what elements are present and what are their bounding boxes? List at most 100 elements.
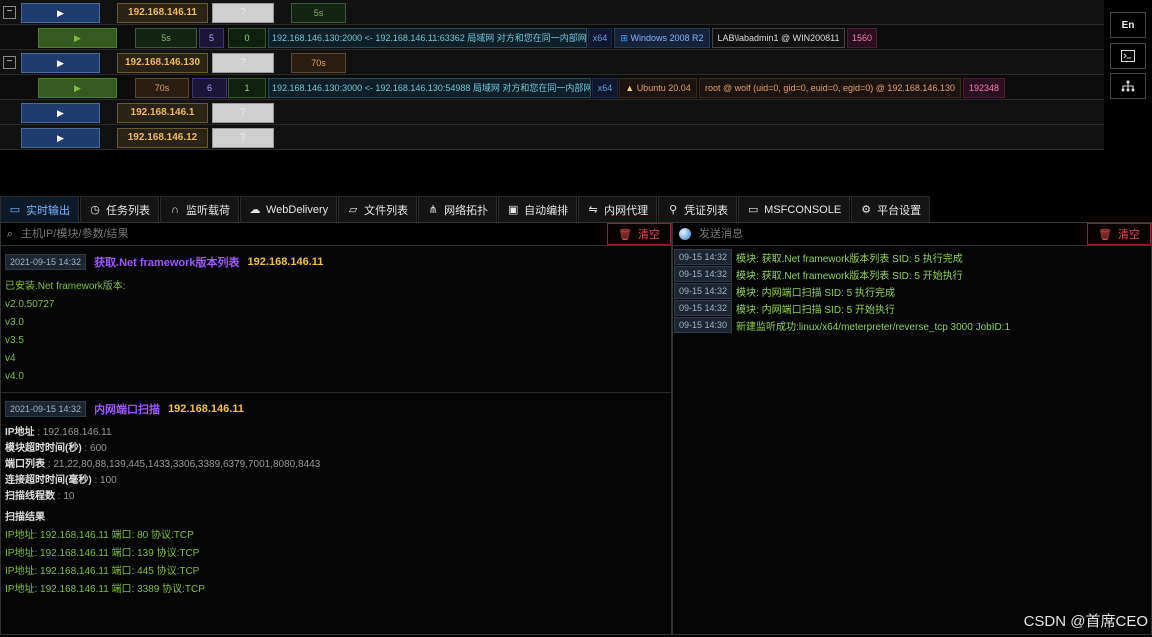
host-table: − ▶ 192.168.146.11 ? 5s ▶ 5s 5 0 192.168… — [0, 0, 1104, 150]
key-icon: ⚲ — [669, 204, 678, 216]
host-row[interactable]: ▶ 192.168.146.1 ? — [0, 100, 1104, 125]
host-name: ? — [212, 53, 274, 73]
result-title: 扫描结果 — [5, 512, 45, 523]
clear-output-button[interactable]: 🗑 清空 — [607, 223, 671, 245]
search-icon: ⌕ — [6, 227, 14, 240]
message-item: 09-15 14:32 模块: 获取.Net framework版本列表 SID:… — [674, 266, 1151, 282]
play-icon[interactable]: ▶ — [21, 3, 100, 23]
tab-network-topology[interactable]: ⋔ 网络拓扑 — [418, 196, 498, 222]
tab-realtime-output[interactable]: ▭ 实时输出 — [0, 196, 79, 222]
tab-label: WebDelivery — [266, 203, 329, 216]
param-key: 连接超时时间(毫秒) — [5, 475, 92, 486]
trash-icon: 🗑 — [1098, 228, 1112, 241]
host-ip: 192.168.146.11 — [117, 3, 208, 23]
timestamp: 09-15 14:32 — [674, 266, 733, 282]
cloud-icon: ☁ — [249, 204, 261, 216]
monitor-icon: ▭ — [9, 204, 21, 216]
terminal-button[interactable] — [1110, 43, 1146, 69]
heartbeat-time: 70s — [135, 78, 189, 98]
tab-credentials[interactable]: ⚲ 凭证列表 — [658, 196, 738, 222]
tab-auto-orchestration[interactable]: ▣ 自动编排 — [498, 196, 578, 222]
result-line: IP地址: 192.168.146.11 端口: 80 协议:TCP — [5, 530, 194, 541]
module-ip: 192.168.146.11 — [168, 403, 244, 415]
user-info: root @ wolf (uid=0, gid=0, euid=0, egid=… — [699, 78, 961, 98]
network-button[interactable] — [1110, 73, 1146, 99]
host-row[interactable]: − ▶ 192.168.146.11 ? 5s — [0, 0, 1104, 25]
clear-label: 清空 — [638, 229, 660, 241]
windows-icon: ⊞ — [620, 33, 631, 43]
output-panel: ⌕ 🗑 清空 2021-09-15 14:32 获取.Net framework版… — [0, 222, 672, 635]
tab-msfconsole[interactable]: ▭ MSFCONSOLE — [738, 196, 851, 222]
os-badge: ⊞ Windows 2008 R2 — [614, 28, 710, 48]
message-item: 09-15 14:30 新建监听成功:linux/x64/meterpreter/… — [674, 317, 1151, 333]
host-row[interactable]: ▶ 192.168.146.12 ? — [0, 125, 1104, 150]
session-row[interactable]: ▶ 70s 6 1 192.168.146.130:3000 <- 192.16… — [0, 75, 1104, 100]
timestamp: 09-15 14:32 — [674, 283, 733, 299]
message-text: 模块: 内网端口扫描 SID: 5 执行完成 — [736, 287, 895, 299]
tab-label: 文件列表 — [364, 204, 409, 217]
tab-label: 网络拓扑 — [444, 204, 489, 217]
tab-label: 实时输出 — [26, 204, 70, 217]
play-icon[interactable]: ▶ — [21, 53, 100, 73]
output-line: v2.0.50727 — [5, 299, 55, 310]
tab-file-list[interactable]: ▱ 文件列表 — [338, 196, 418, 222]
play-icon[interactable]: ▶ — [38, 28, 117, 48]
host-ip: 192.168.146.12 — [117, 128, 208, 148]
os-label: Windows 2008 R2 — [630, 33, 704, 43]
clear-messages-button[interactable]: 🗑 清空 — [1087, 223, 1151, 245]
param-key: 端口列表 — [5, 459, 45, 470]
tab-label: MSFCONSOLE — [764, 203, 842, 216]
tab-platform-settings[interactable]: ⚙ 平台设置 — [851, 196, 931, 222]
tab-task-list[interactable]: ◷ 任务列表 — [80, 196, 159, 222]
gear-icon: ⚙ — [861, 204, 872, 216]
play-icon[interactable]: ▶ — [21, 128, 100, 148]
session-row[interactable]: ▶ 5s 5 0 192.168.146.130:2000 <- 192.168… — [0, 25, 1104, 50]
message-text: 新建监听成功:linux/x64/meterpreter/reverse_tcp… — [736, 321, 1011, 333]
output-search-input[interactable] — [19, 227, 671, 241]
connection-info: 192.168.146.130:3000 <- 192.168.146.130:… — [268, 78, 591, 98]
output-line: v3.5 — [5, 335, 24, 346]
session-id: 6 — [192, 78, 227, 98]
param-value: 100 — [100, 475, 117, 486]
play-icon[interactable]: ▶ — [38, 78, 117, 98]
os-badge: ▲ Ubuntu 20.04 — [619, 78, 697, 98]
clock-icon: ◷ — [90, 204, 100, 216]
arch-badge: x64 — [588, 28, 612, 48]
param-line: 连接超时时间(毫秒) : 100 — [5, 475, 117, 486]
tab-webdelivery[interactable]: ☁ WebDelivery — [240, 196, 338, 222]
play-icon[interactable]: ▶ — [21, 103, 100, 123]
language-button[interactable]: En — [1110, 12, 1146, 38]
trash-icon: 🗑 — [618, 228, 632, 241]
host-row[interactable]: − ▶ 192.168.146.130 ? 70s — [0, 50, 1104, 75]
param-line: IP地址 : 192.168.146.11 — [5, 427, 112, 438]
host-name: ? — [212, 103, 274, 123]
param-value: 10 — [63, 491, 75, 502]
output-line: v4 — [5, 353, 16, 364]
module-title: 获取.Net framework版本列表 — [94, 257, 240, 269]
collapse-toggle[interactable]: − — [3, 56, 16, 69]
collapse-toggle[interactable]: − — [3, 6, 16, 19]
param-value: 600 — [90, 443, 107, 454]
folder-icon: ▱ — [348, 204, 358, 216]
pid-badge: 192348 — [963, 78, 1005, 98]
tab-label: 内网代理 — [604, 204, 649, 217]
message-input[interactable] — [697, 227, 1151, 241]
pid-badge: 1560 — [847, 28, 877, 48]
heartbeat-time: 5s — [291, 3, 346, 23]
timestamp: 09-15 14:30 — [674, 317, 733, 333]
message-bar: 🗑 清空 — [673, 223, 1151, 246]
result-line: IP地址: 192.168.146.11 端口: 3389 协议:TCP — [5, 584, 205, 595]
tab-bar: ▭ 实时输出 ◷ 任务列表 ∩ 监听载荷 ☁ WebDelivery ▱ 文件列表 ⋔ 网络… — [0, 196, 931, 222]
output-block: 2021-09-15 14:32 内网端口扫描 192.168.146.11 I… — [1, 393, 671, 605]
tab-label: 自动编排 — [524, 204, 569, 217]
tab-intranet-proxy[interactable]: ⇋ 内网代理 — [578, 196, 658, 222]
timestamp: 09-15 14:32 — [674, 249, 733, 265]
proxy-icon: ⇋ — [588, 204, 598, 216]
timestamp: 09-15 14:32 — [674, 300, 733, 316]
message-item: 09-15 14:32 模块: 获取.Net framework版本列表 SID:… — [674, 249, 1151, 265]
message-text: 模块: 内网端口扫描 SID: 5 开始执行 — [736, 304, 895, 316]
tab-listeners[interactable]: ∩ 监听载荷 — [160, 196, 239, 222]
tab-label: 凭证列表 — [684, 204, 729, 217]
output-search-bar: ⌕ 🗑 清空 — [1, 223, 671, 246]
host-name: ? — [212, 128, 274, 148]
